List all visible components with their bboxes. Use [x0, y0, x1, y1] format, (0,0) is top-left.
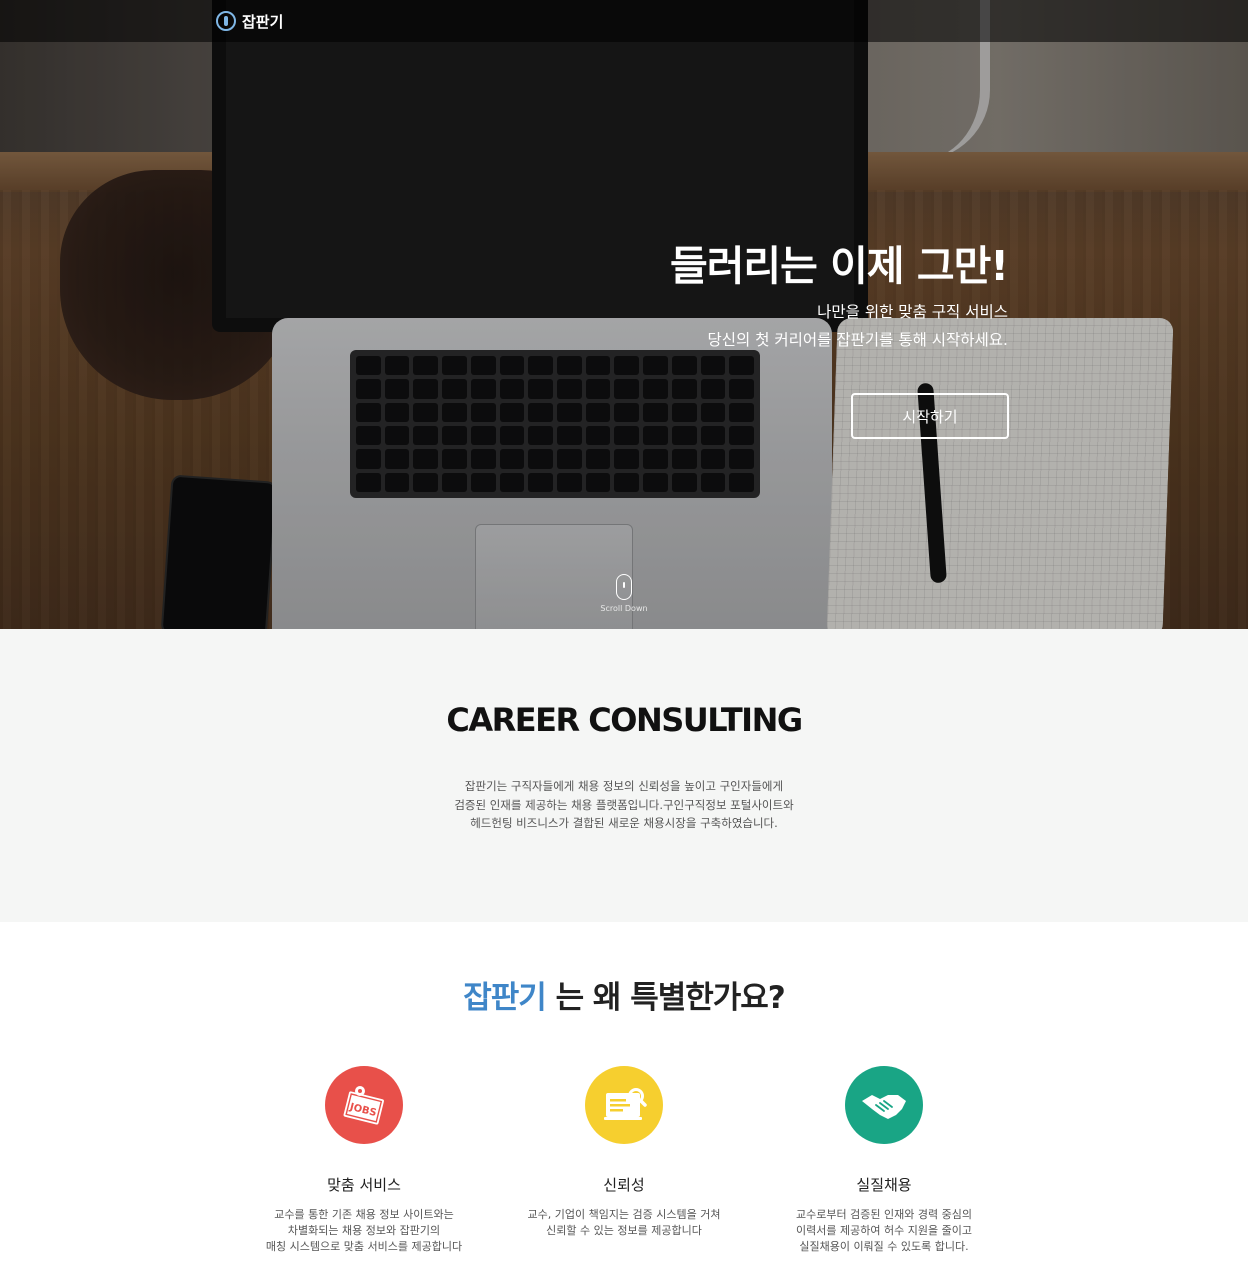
feature-desc-line2: 신뢰할 수 있는 정보를 제공합니다 — [546, 1224, 702, 1237]
handshake-icon — [845, 1066, 923, 1144]
hero-subtitle: 나만을 위한 맞춤 구직 서비스 당신의 첫 커리어를 잡판기를 통해 시작하세… — [707, 298, 1008, 354]
document-search-icon — [585, 1066, 663, 1144]
tie-logo-icon — [216, 11, 236, 31]
feature-desc-line3: 실질채용이 이뤄질 수 있도록 합니다. — [799, 1240, 969, 1253]
hero-section: 들러리는 이제 그만! 나만을 위한 맞춤 구직 서비스 당신의 첫 커리어를 … — [0, 0, 1248, 629]
why-title-text: 는 왜 특별한가요? — [545, 980, 786, 1016]
feature-real-hiring: 실질채용 교수로부터 검증된 인재와 경력 중심의 이력서를 제공하여 허수 지… — [754, 1066, 1014, 1255]
why-title: 잡판기 는 왜 특별한가요? — [0, 972, 1248, 1017]
feature-desc-line1: 교수를 통한 기존 채용 정보 사이트와는 — [274, 1208, 454, 1221]
consulting-title: CAREER CONSULTING — [446, 701, 803, 739]
brand-name: 잡판기 — [242, 12, 284, 31]
scroll-down-label: Scroll Down — [600, 604, 648, 613]
consulting-section: CAREER CONSULTING 잡판기는 구직자들에게 채용 정보의 신뢰성… — [0, 629, 1248, 922]
top-navbar: 잡판기 — [0, 0, 1248, 42]
feature-desc-line1: 교수로부터 검증된 인재와 경력 중심의 — [796, 1208, 972, 1221]
consulting-desc-line3: 헤드헌팅 비즈니스가 결합된 새로운 채용시장을 구축하였습니다. — [470, 816, 778, 830]
feature-name: 신뢰성 — [603, 1176, 645, 1194]
hero-overlay — [0, 0, 1248, 629]
feature-description: 교수를 통한 기존 채용 정보 사이트와는 차별화되는 채용 정보와 잡판기의 … — [234, 1207, 494, 1255]
jobs-note-icon: JOBS — [325, 1066, 403, 1144]
start-button[interactable]: 시작하기 — [851, 393, 1009, 439]
feature-desc-line1: 교수, 기업이 책임지는 검증 시스템을 거쳐 — [527, 1208, 721, 1221]
feature-desc-line3: 매칭 시스템으로 맞춤 서비스를 제공합니다 — [265, 1240, 463, 1253]
scroll-down-link[interactable]: Scroll Down — [594, 574, 654, 613]
feature-name: 맞춤 서비스 — [327, 1176, 401, 1194]
hero-subtitle-line2: 당신의 첫 커리어를 잡판기를 통해 시작하세요. — [707, 331, 1008, 349]
brand-logo-link[interactable]: 잡판기 — [216, 8, 283, 34]
consulting-desc-line2: 검증된 인재를 제공하는 채용 플랫폼입니다.구인구직정보 포털사이트와 — [454, 797, 794, 812]
feature-desc-line2: 차별화되는 채용 정보와 잡판기의 — [287, 1224, 441, 1237]
mouse-icon — [616, 574, 632, 600]
feature-desc-line2: 이력서를 제공하여 허수 지원을 줄이고 — [796, 1224, 972, 1237]
feature-description: 교수로부터 검증된 인재와 경력 중심의 이력서를 제공하여 허수 지원을 줄이… — [754, 1207, 1014, 1255]
consulting-description: 잡판기는 구직자들에게 채용 정보의 신뢰성을 높이고 구인자들에게 검증된 인… — [374, 777, 874, 833]
feature-reliability: 신뢰성 교수, 기업이 책임지는 검증 시스템을 거쳐 신뢰할 수 있는 정보를… — [494, 1066, 754, 1239]
consulting-desc-line1: 잡판기는 구직자들에게 채용 정보의 신뢰성을 높이고 구인자들에게 — [464, 779, 784, 793]
feature-custom-service: JOBS 맞춤 서비스 교수를 통한 기존 채용 정보 사이트와는 차별화되는 … — [234, 1066, 494, 1255]
feature-description: 교수, 기업이 책임지는 검증 시스템을 거쳐 신뢰할 수 있는 정보를 제공합… — [494, 1207, 754, 1239]
feature-name: 실질채용 — [856, 1176, 912, 1194]
hero-title: 들러리는 이제 그만! — [669, 242, 1009, 290]
why-title-brand: 잡판기 — [463, 980, 547, 1016]
why-special-section: 잡판기 는 왜 특별한가요? JOBS 맞춤 서비스 교수를 통한 기존 채용 … — [0, 922, 1248, 1285]
hero-subtitle-line1: 나만을 위한 맞춤 구직 서비스 — [817, 303, 1008, 321]
